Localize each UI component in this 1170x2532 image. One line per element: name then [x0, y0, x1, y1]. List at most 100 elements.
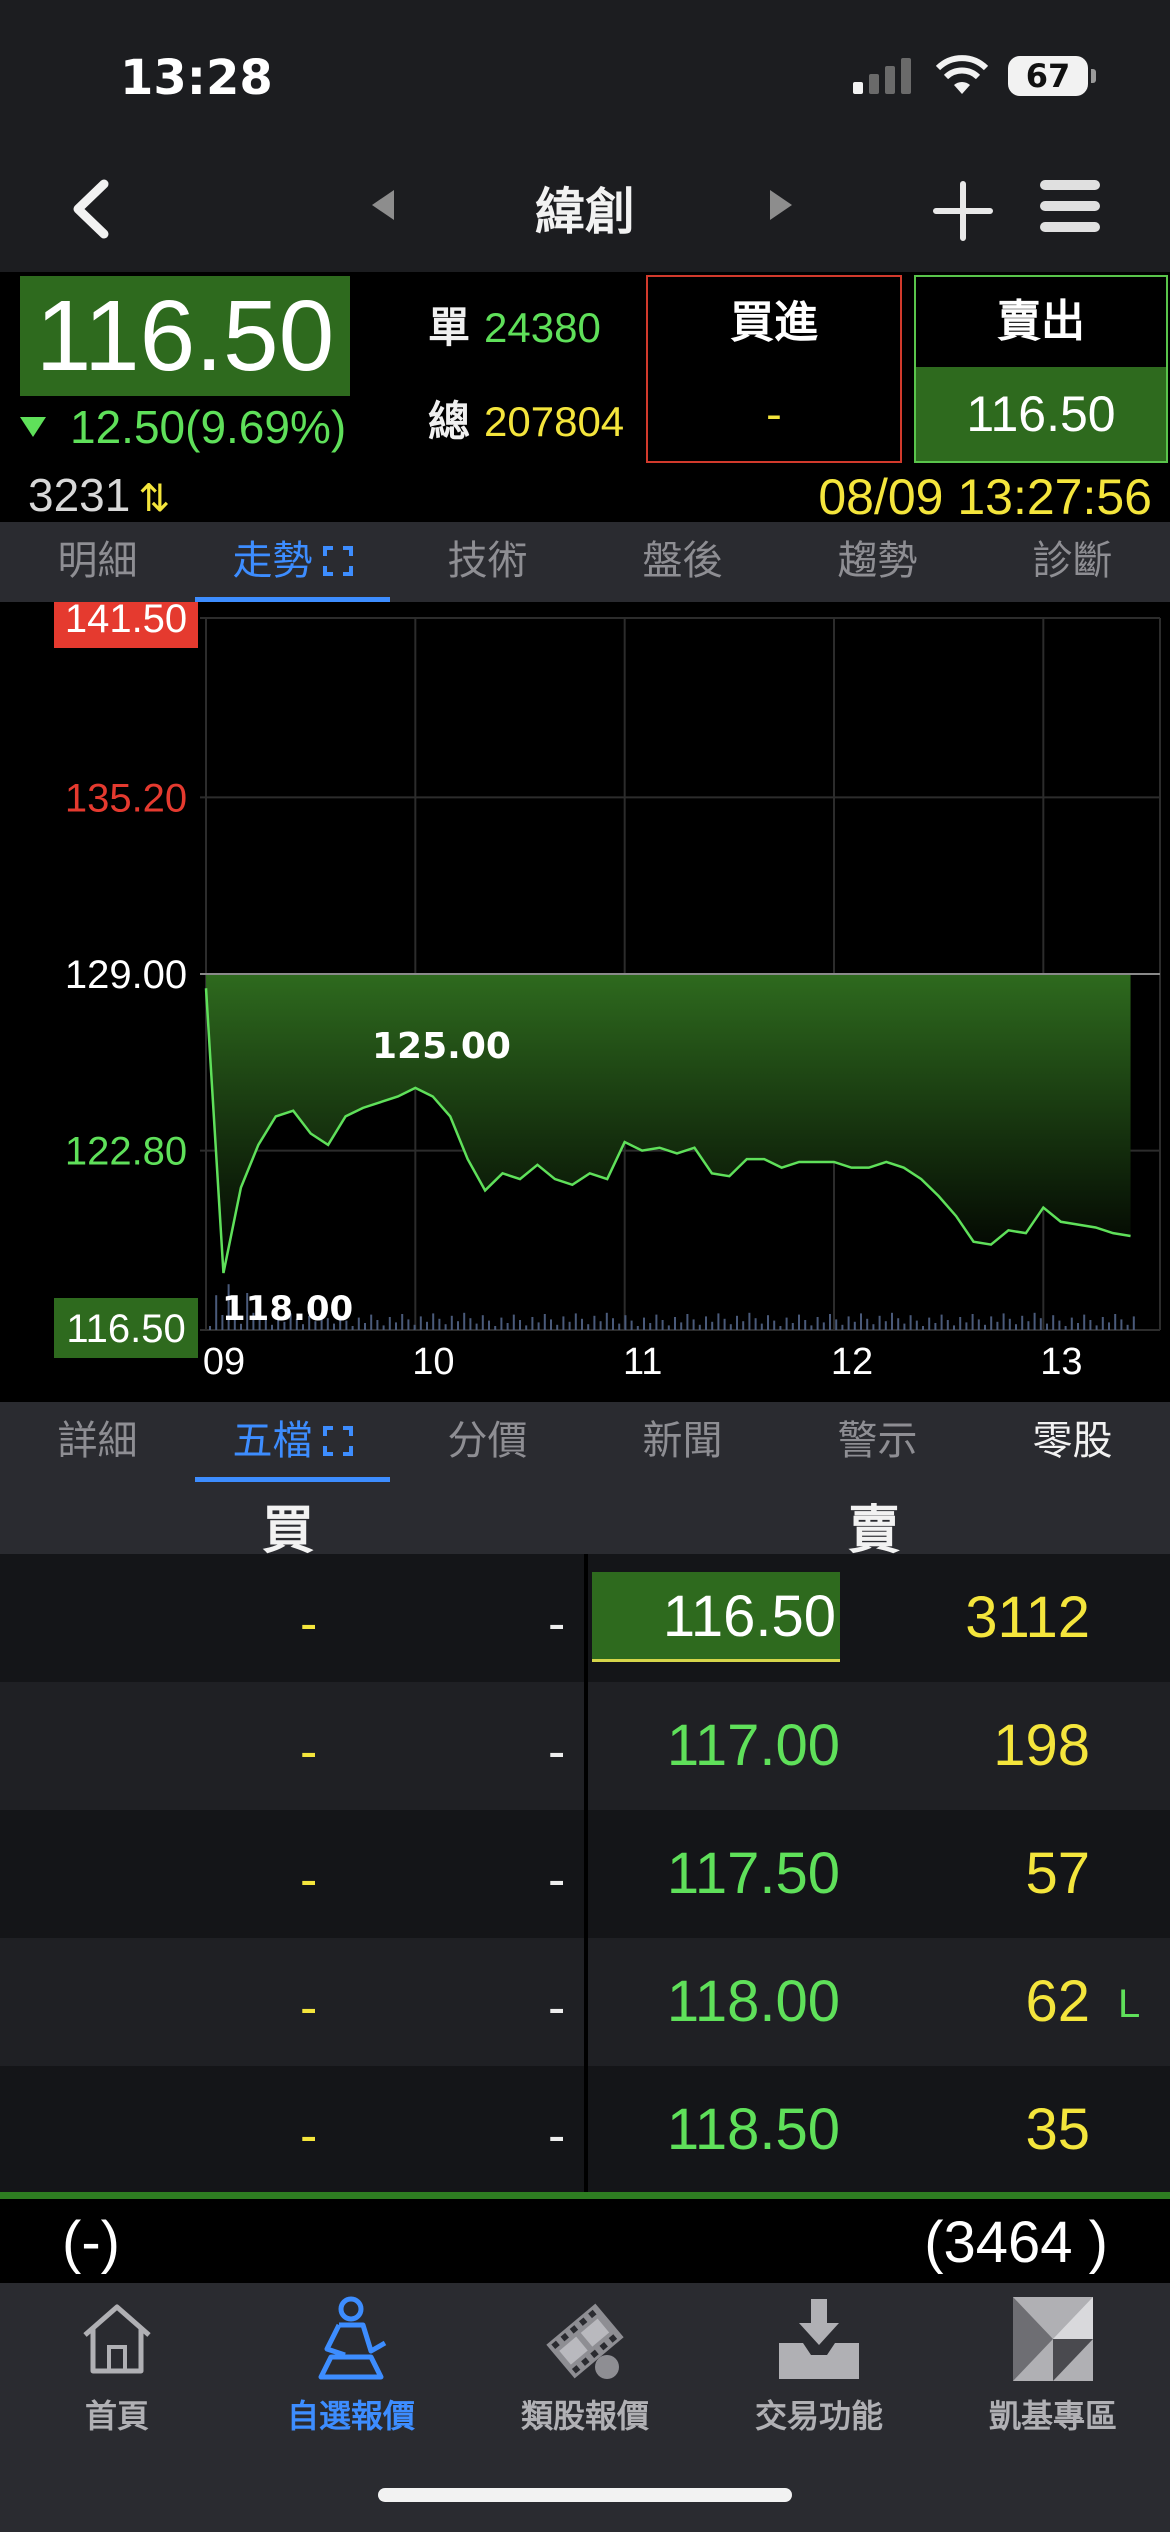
tab-alerts[interactable]: 警示: [780, 1402, 975, 1482]
next-stock-arrow-icon[interactable]: [770, 190, 792, 220]
tab-detail[interactable]: 明細: [0, 522, 195, 602]
buy-price: -: [548, 1851, 566, 1909]
sell-price: 117.50: [666, 1841, 840, 1906]
sort-arrows-icon[interactable]: ⇅: [138, 478, 170, 520]
y-tick-label: 129.00: [65, 953, 187, 997]
order-book-header: 買 賣: [0, 1482, 1170, 1561]
expand-icon[interactable]: [322, 546, 353, 576]
bottom-tab-bar: 詳細 五檔 分價 新聞 警示 零股: [0, 1402, 1170, 1482]
expand-icon[interactable]: [322, 1426, 353, 1456]
order-book-totals: (-) (3464 ): [0, 2199, 1170, 2283]
buy-qty: -: [300, 1851, 318, 1909]
sell-qty: 62: [1025, 1969, 1090, 2034]
buy-total: (-): [62, 2210, 120, 2275]
sell-label: 賣出: [997, 296, 1085, 347]
y-tick-label: 141.50: [65, 602, 187, 641]
top-tab-bar: 明細 走勢 技術 盤後 趨勢 診斷: [0, 522, 1170, 602]
home-icon: [83, 2304, 151, 2374]
sell-price: 117.00: [666, 1713, 840, 1778]
total-volume-value: 207804: [484, 398, 625, 445]
tab-price-volume[interactable]: 分價: [390, 1402, 585, 1482]
tab-five-levels-label: 五檔: [232, 1418, 313, 1464]
tab-technical[interactable]: 技術: [390, 522, 585, 602]
y-tick-label: 122.80: [65, 1130, 187, 1174]
price-change: 12.50(9.69%): [20, 400, 380, 460]
buy-price: -: [548, 1723, 566, 1781]
buy-price: -: [548, 2107, 566, 2165]
x-tick-label: 10: [412, 1341, 454, 1383]
buy-qty: -: [300, 1595, 318, 1653]
single-volume-value: 24380: [484, 304, 601, 351]
buy-value: -: [766, 389, 782, 440]
buy-qty: -: [300, 2107, 318, 2165]
x-tick-label: 13: [1040, 1341, 1082, 1383]
tab-trend[interactable]: 走勢: [195, 522, 390, 602]
x-tick-label: 12: [831, 1341, 873, 1383]
low-annotation: 118.00: [222, 1289, 353, 1329]
battery-icon: 67: [1008, 56, 1096, 96]
nav-kgi-label: 凱基專區: [988, 2397, 1117, 2435]
buy-qty: -: [300, 1723, 318, 1781]
tab-trend-label: 走勢: [232, 538, 313, 584]
nav-sector-label: 類股報價: [520, 2397, 649, 2435]
tab-after-hours[interactable]: 盤後: [585, 522, 780, 602]
nav-trading-label: 交易功能: [754, 2397, 883, 2435]
tab-tendency[interactable]: 趨勢: [780, 522, 975, 602]
buy-price: -: [548, 1979, 566, 2037]
sell-qty: 198: [993, 1713, 1090, 1778]
nav-home-label: 首頁: [84, 2397, 149, 2435]
nav-watchlist-label: 自選報價: [286, 2397, 415, 2435]
single-volume: 單 24380: [428, 294, 601, 355]
last-price: 116.50: [20, 276, 350, 396]
hamburger-menu-icon[interactable]: [1038, 174, 1102, 238]
add-watchlist-plus-icon[interactable]: [932, 180, 994, 242]
buy-button[interactable]: 買進 -: [646, 275, 902, 463]
stock-name-title: 緯創: [535, 183, 635, 241]
sell-price: 118.00: [666, 1969, 840, 2034]
intraday-chart-svg: 141.50 135.20 129.00 122.80 116.50 09 10 11 12 13…: [54, 602, 1161, 1383]
intraday-chart[interactable]: 141.50 135.20 129.00 122.80 116.50 09 10 11 12 13…: [0, 602, 1170, 1402]
tab-five-levels[interactable]: 五檔: [195, 1402, 390, 1482]
tab-diagnosis[interactable]: 診斷: [975, 522, 1170, 602]
buy-price: -: [548, 1595, 566, 1653]
sell-qty: 57: [1025, 1841, 1090, 1906]
tab-details[interactable]: 詳細: [0, 1402, 195, 1482]
stock-code-value: 3231: [28, 469, 131, 521]
y-tick-label: 116.50: [66, 1307, 185, 1351]
status-time: 13:28: [120, 50, 273, 106]
single-volume-label: 單: [428, 304, 471, 351]
nav-kgi-zone[interactable]: 凱基專區: [936, 2283, 1170, 2532]
quote-datetime: 08/09 13:27:56: [818, 469, 1152, 525]
total-volume-label: 總: [428, 398, 471, 445]
nav-home[interactable]: 首頁: [0, 2283, 234, 2532]
wifi-icon: [936, 55, 988, 94]
x-tick-label: 11: [623, 1341, 662, 1383]
trader-icon: [318, 2296, 387, 2380]
stock-code: 3231 ⇅: [28, 468, 170, 522]
buy-header: 買: [262, 1501, 315, 1561]
sell-header: 賣: [848, 1501, 901, 1561]
download-tray-icon: [779, 2299, 859, 2379]
x-tick-label: 09: [203, 1341, 245, 1383]
sell-price: 118.50: [666, 2097, 840, 2162]
sell-qty: 3112: [965, 1585, 1090, 1650]
sell-button[interactable]: 賣出 116.50: [914, 275, 1168, 463]
home-indicator[interactable]: [378, 2488, 792, 2502]
cellular-signal-icon: [853, 58, 911, 94]
tab-news[interactable]: 新聞: [585, 1402, 780, 1482]
total-volume: 總 207804: [428, 388, 624, 449]
high-annotation: 125.00: [372, 1026, 511, 1067]
order-book-divider: [584, 1554, 588, 2194]
sell-total: (3464 ): [924, 2210, 1108, 2275]
sell-price-highlight: 116.50: [592, 1572, 840, 1662]
y-tick-label: 135.20: [65, 776, 187, 820]
buy-qty: -: [300, 1979, 318, 2037]
tab-odd-lot[interactable]: 零股: [975, 1402, 1170, 1482]
limit-flag: L: [1118, 1982, 1141, 2026]
change-value: 12.50: [70, 401, 186, 453]
down-triangle-icon: [20, 416, 46, 437]
order-book-bottom-line: [0, 2192, 1170, 2199]
price-area: [206, 974, 1131, 1274]
quote-header: 116.50 12.50(9.69%) 單 24380 總 207804 買進 - …: [0, 272, 1170, 525]
buy-label: 買進: [730, 297, 818, 348]
